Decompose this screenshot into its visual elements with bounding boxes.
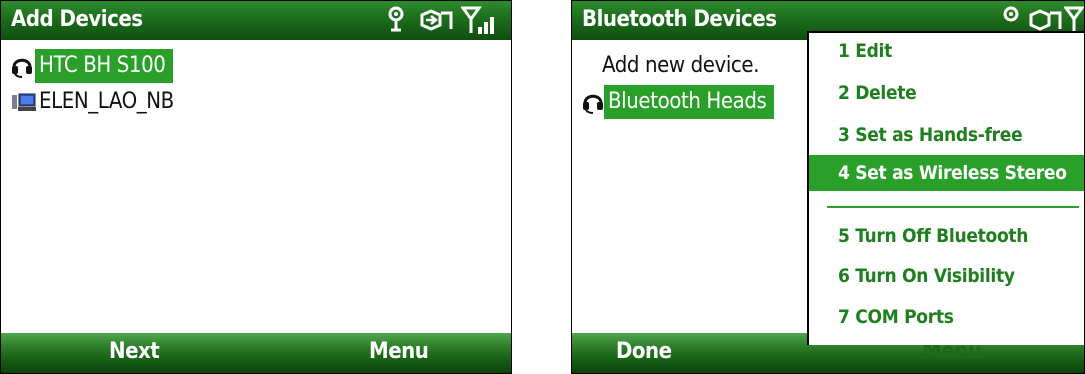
device-name: Bluetooth Heads	[604, 85, 775, 119]
done-softkey[interactable]: Done	[616, 339, 672, 364]
page-title: Bluetooth Devices	[582, 7, 777, 32]
menu-item-wireless-stereo[interactable]: 4 Set as Wireless Stereo	[809, 155, 1084, 191]
headset-icon	[582, 89, 604, 126]
bluetooth-devices-screen: Bluetooth Devices Add new device. Blueto…	[571, 0, 1085, 374]
menu-softkey[interactable]: Menu	[369, 339, 429, 364]
add-devices-screen: Add Devices HTC BH S100 ELEN_LAO_NB Next…	[0, 0, 512, 374]
menu-item-delete[interactable]: 2 Delete	[809, 75, 1084, 111]
menu-item-bluetooth-off[interactable]: 5 Turn Off Bluetooth	[809, 218, 1084, 254]
gps-antenna-icon	[385, 5, 407, 37]
page-title: Add Devices	[11, 7, 143, 32]
signal-strength-icon	[460, 5, 501, 41]
headset-icon	[11, 53, 33, 90]
menu-item-com-ports[interactable]: 7 COM Ports	[809, 299, 1084, 335]
add-new-device-item[interactable]: Add new device.	[602, 49, 759, 83]
title-bar: Add Devices	[1, 1, 511, 40]
device-name: HTC BH S100	[35, 49, 174, 83]
menu-item-edit[interactable]: 1 Edit	[809, 33, 1084, 69]
menu-item-hands-free[interactable]: 3 Set as Hands-free	[809, 117, 1084, 153]
computer-icon	[11, 91, 37, 126]
device-name: ELEN_LAO_NB	[39, 89, 174, 114]
softkey-bar: Next Menu	[1, 333, 511, 373]
list-item-label: Add new device.	[602, 53, 760, 78]
menu-separator	[827, 206, 1079, 208]
menu-item-visibility[interactable]: 6 Turn On Visibility	[809, 258, 1084, 294]
data-connection-icon	[419, 5, 459, 39]
next-softkey[interactable]: Next	[109, 339, 160, 364]
context-menu: 1 Edit 2 Delete 3 Set as Hands-free 4 Se…	[807, 31, 1084, 345]
